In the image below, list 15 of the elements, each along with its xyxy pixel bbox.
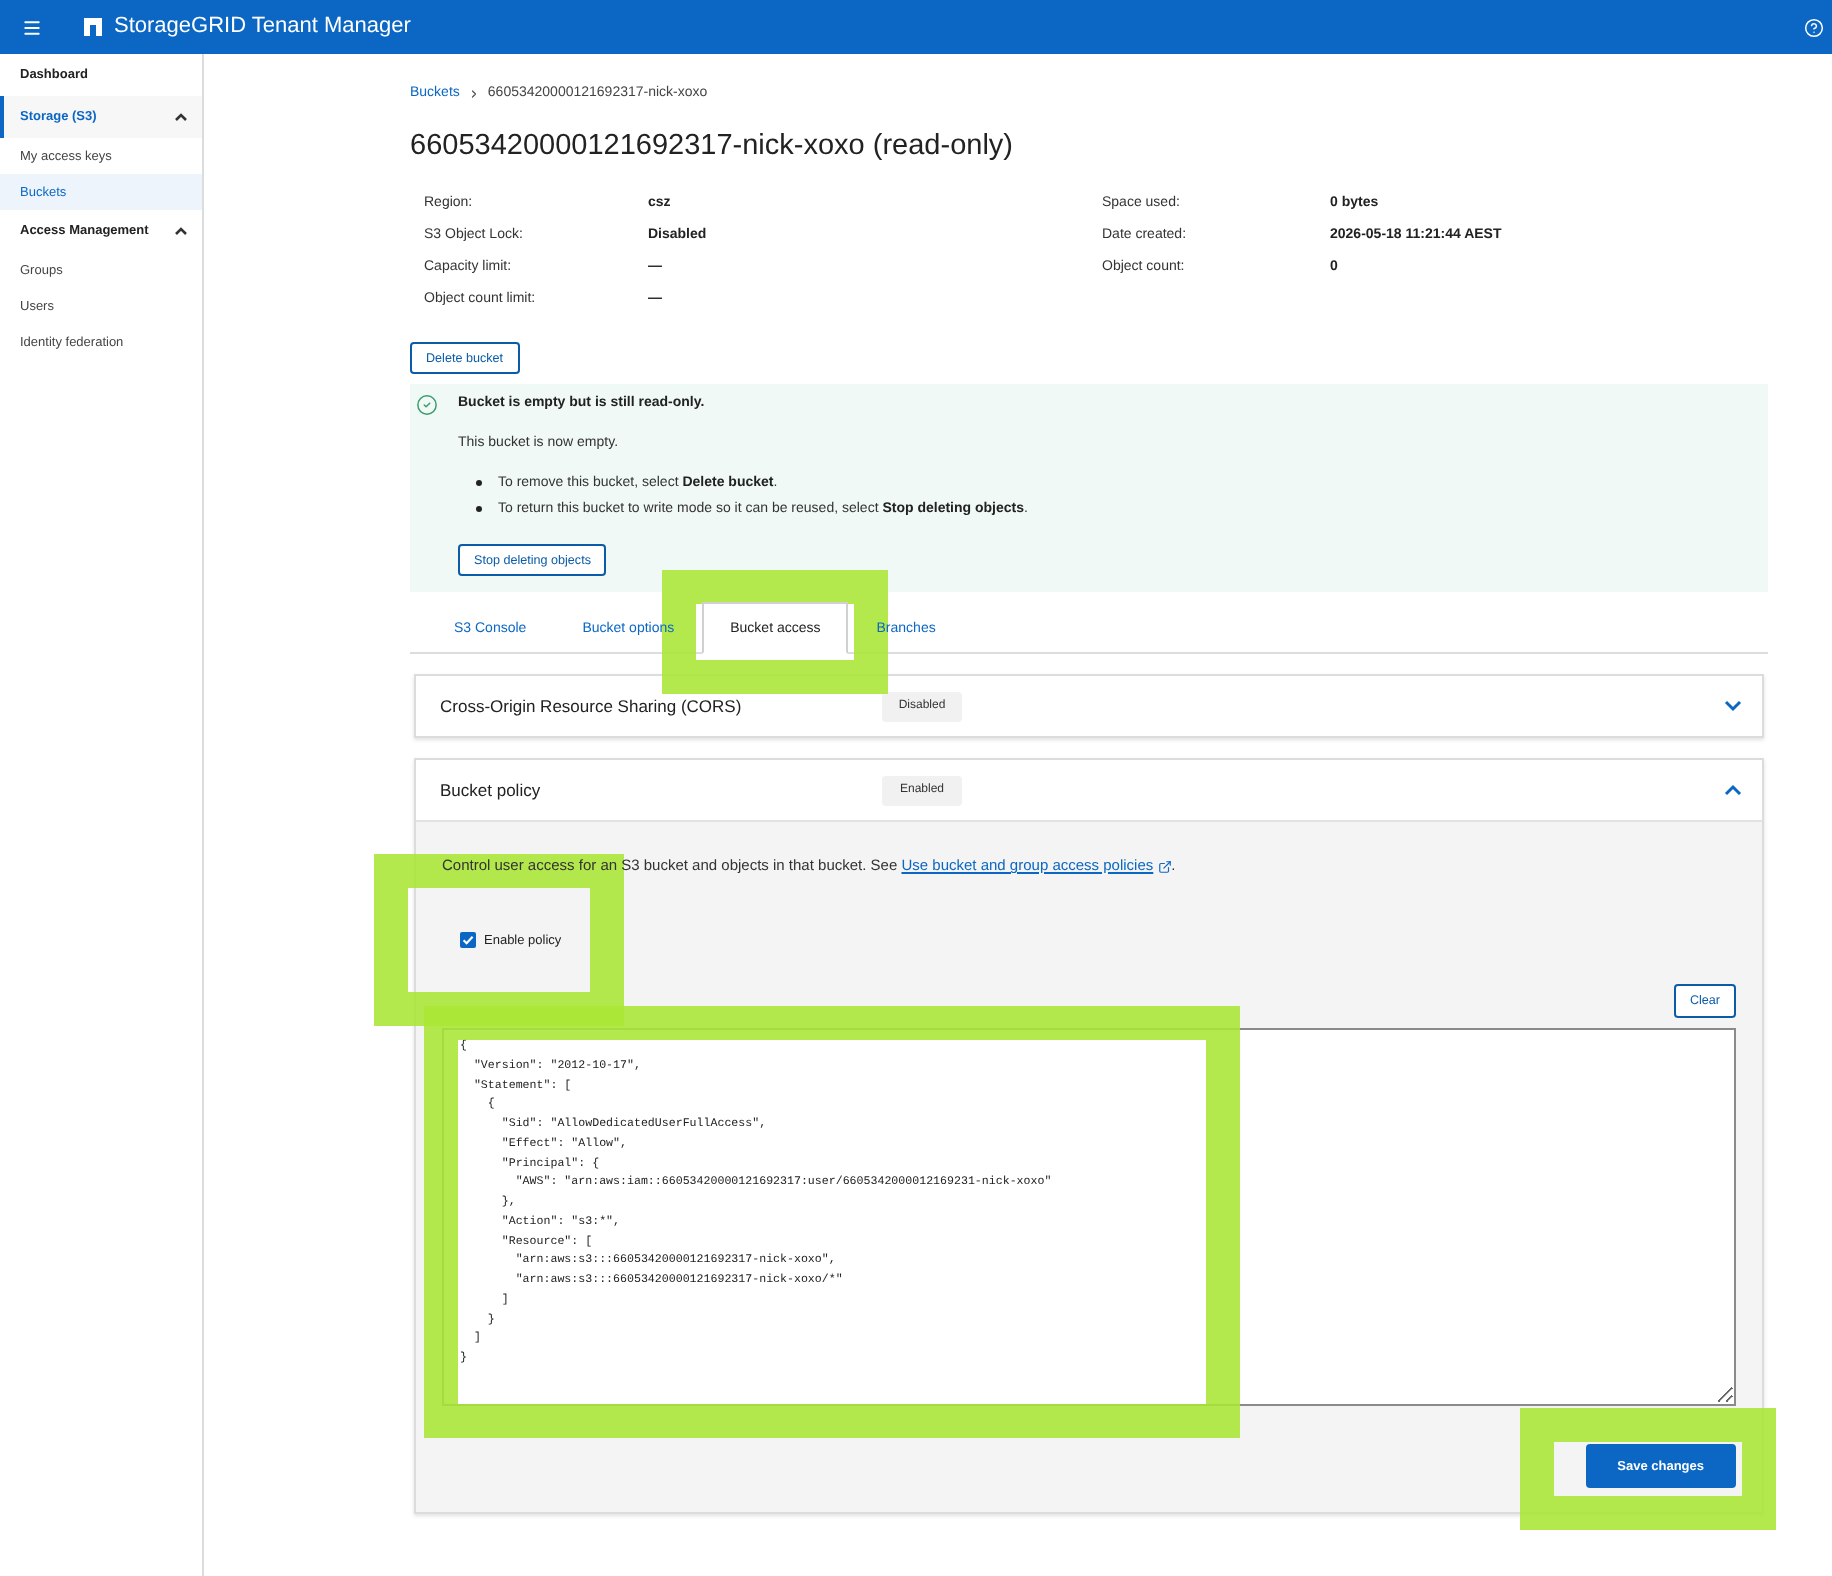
chevron-down-icon[interactable] <box>1724 700 1742 712</box>
check-circle-icon <box>416 394 438 416</box>
logo-icon <box>84 18 102 36</box>
bullet-icon <box>476 480 482 486</box>
external-link-icon <box>1157 859 1172 873</box>
chevron-up-icon[interactable] <box>1724 784 1742 796</box>
app-title: StorageGRID Tenant Manager <box>114 14 411 40</box>
help-icon[interactable] <box>1804 17 1824 37</box>
chevron-right-icon <box>467 88 480 100</box>
bullet-icon <box>476 506 482 512</box>
accordion-title[interactable]: Bucket policy <box>440 780 882 800</box>
page-title: 66053420000121692317-nick-xoxo (read-only) <box>410 132 1015 162</box>
accordion-title[interactable]: Cross-Origin Resource Sharing (CORS) <box>440 696 882 716</box>
checkbox[interactable] <box>460 932 476 948</box>
menu-icon[interactable] <box>22 17 42 37</box>
